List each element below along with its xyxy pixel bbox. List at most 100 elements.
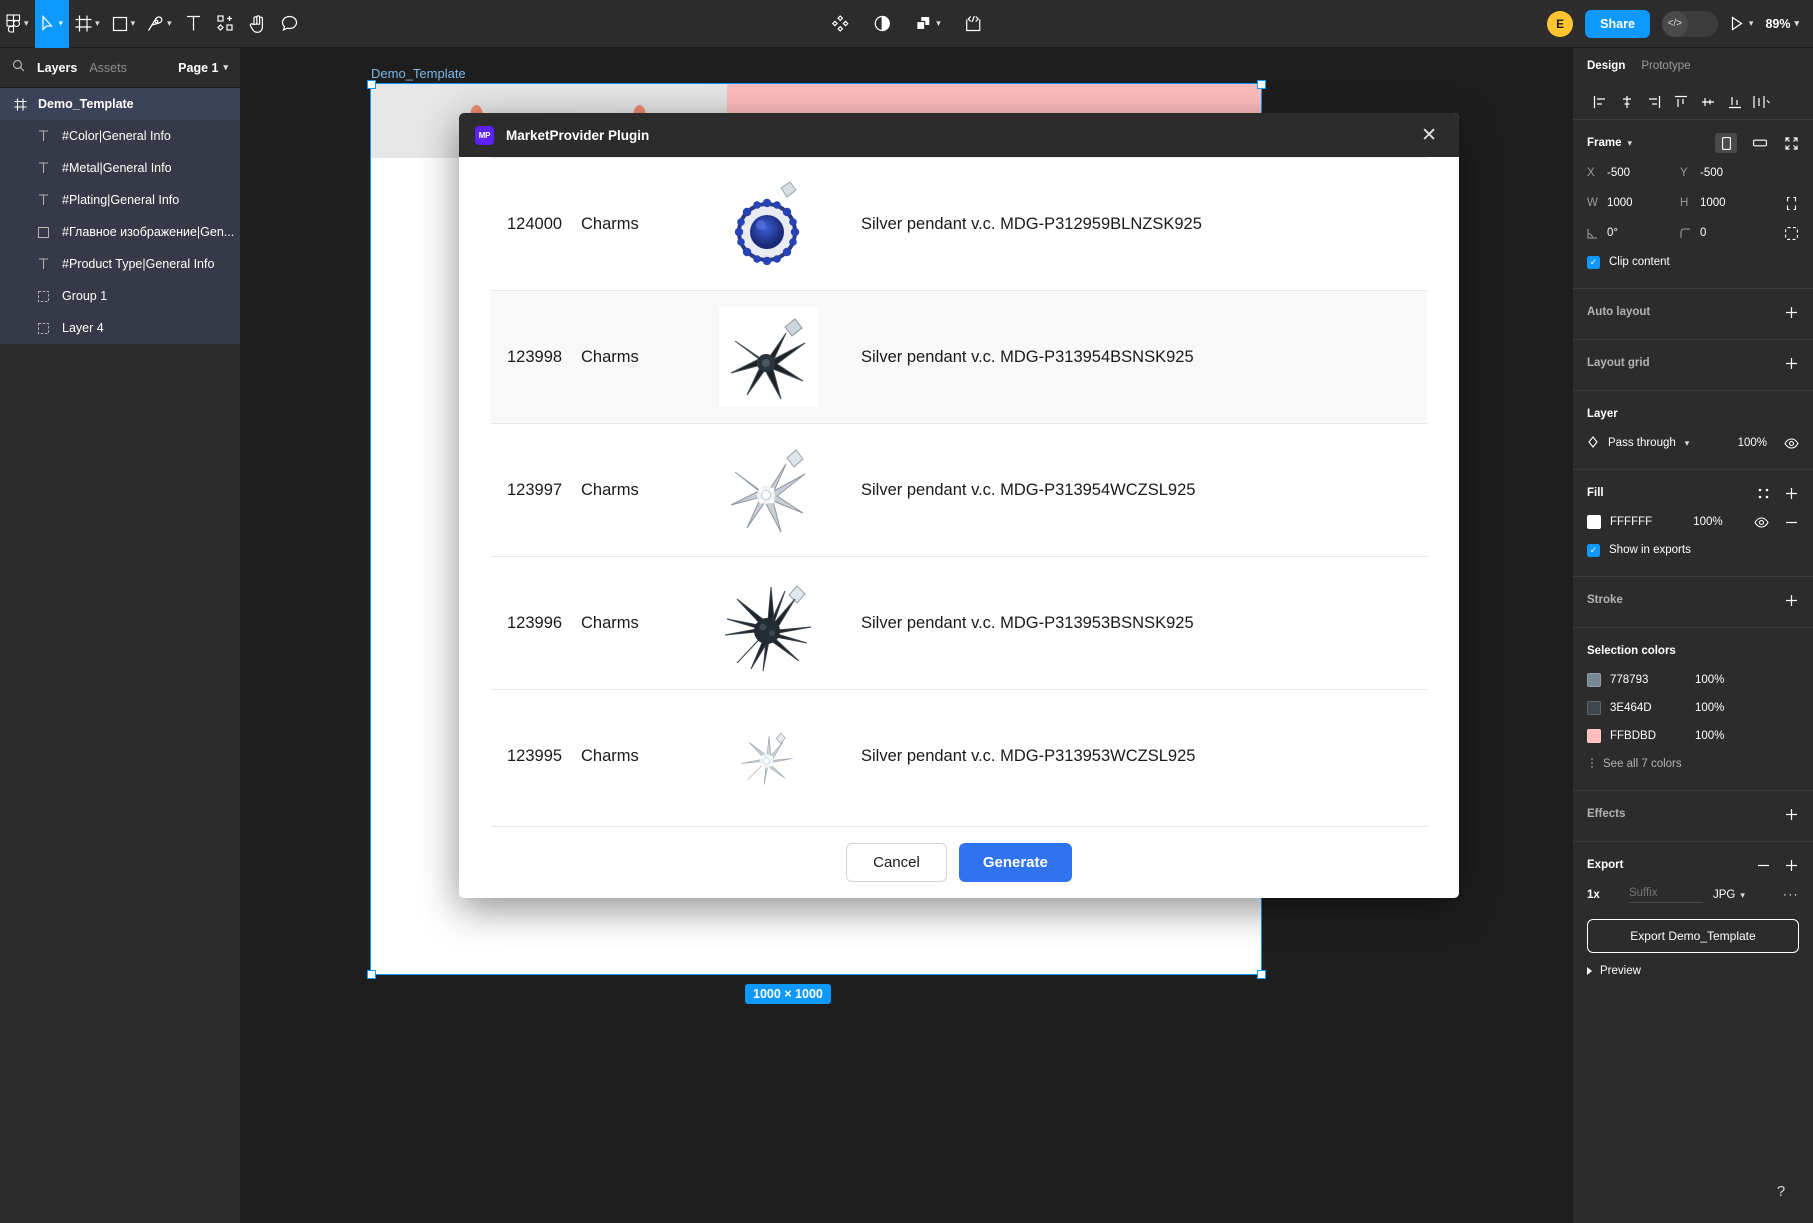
- align-top-icon[interactable]: [1667, 89, 1694, 115]
- layer-row-color[interactable]: #Color|General Info: [0, 120, 240, 152]
- remove-fill-icon[interactable]: [1783, 514, 1799, 530]
- table-row[interactable]: 124000 Charms Silver pendant v.c. MDG-P3…: [491, 157, 1427, 291]
- layer-row-metal[interactable]: #Metal|General Info: [0, 152, 240, 184]
- cancel-button[interactable]: Cancel: [846, 843, 947, 882]
- search-icon[interactable]: [12, 59, 25, 77]
- landscape-orientation-icon[interactable]: [1749, 133, 1771, 153]
- fit-to-content-icon[interactable]: [1783, 135, 1799, 151]
- fill-opacity-value[interactable]: 100%: [1693, 516, 1744, 528]
- hand-tool-icon[interactable]: [242, 0, 274, 48]
- corner-radius-field[interactable]: 0: [1680, 227, 1773, 239]
- table-row[interactable]: 123997 Charms Silver pendant v.c. MDG-P3…: [491, 423, 1427, 557]
- align-bottom-icon[interactable]: [1721, 89, 1748, 115]
- close-icon[interactable]: ✕: [1415, 122, 1443, 149]
- blend-mode-value[interactable]: Pass through: [1608, 437, 1676, 449]
- dev-resources-icon[interactable]: [957, 0, 989, 48]
- tab-design[interactable]: Design: [1587, 60, 1625, 72]
- add-effect-icon[interactable]: [1783, 806, 1799, 822]
- clip-content-row[interactable]: ✓ Clip content: [1587, 248, 1799, 276]
- tab-prototype[interactable]: Prototype: [1641, 60, 1690, 72]
- dev-mode-toggle[interactable]: </>: [1661, 10, 1718, 37]
- table-row[interactable]: 123996 Charms Silver pendant v.c. MDG-P3…: [491, 556, 1427, 690]
- toolbar-tools-group: ▾ ▾ ▾ ▾ ▾: [0, 0, 306, 48]
- generate-button[interactable]: Generate: [958, 843, 1072, 882]
- layer-row-product-type[interactable]: #Product Type|General Info: [0, 248, 240, 280]
- components-tool-icon[interactable]: [210, 0, 242, 48]
- layer-row-plating[interactable]: #Plating|General Info: [0, 184, 240, 216]
- share-button[interactable]: Share: [1585, 9, 1650, 38]
- table-row[interactable]: 123998 Charms Silver pendant v.c. MDG-P3…: [491, 290, 1427, 424]
- eye-icon[interactable]: [1783, 435, 1799, 451]
- contrast-icon[interactable]: [866, 0, 898, 48]
- frame-name-label[interactable]: Demo_Template: [371, 66, 466, 81]
- align-right-icon[interactable]: [1640, 89, 1667, 115]
- export-scale-value[interactable]: 1x: [1587, 889, 1629, 901]
- layer-row-group-1[interactable]: Group 1: [0, 280, 240, 312]
- export-suffix-input[interactable]: [1629, 887, 1703, 903]
- selection-color-row[interactable]: FFBDBD 100%: [1587, 722, 1799, 750]
- selection-color-swatch[interactable]: [1587, 673, 1601, 687]
- add-auto-layout-icon[interactable]: [1783, 304, 1799, 320]
- preview-toggle[interactable]: Preview: [1587, 965, 1799, 977]
- layer-row-layer-4[interactable]: Layer 4: [0, 312, 240, 344]
- layer-row-demo-template[interactable]: Demo_Template: [0, 88, 240, 120]
- selection-color-row[interactable]: 778793 100%: [1587, 666, 1799, 694]
- see-all-colors-button[interactable]: See all 7 colors: [1587, 750, 1799, 778]
- chevron-down-icon[interactable]: ▾: [1685, 438, 1690, 448]
- comment-tool-icon[interactable]: [274, 0, 306, 48]
- add-export-icon[interactable]: [1783, 857, 1799, 873]
- export-button[interactable]: Export Demo_Template: [1587, 919, 1799, 953]
- page-selector[interactable]: Page 1 ▾: [178, 61, 228, 75]
- resize-handle-bl[interactable]: [367, 970, 376, 979]
- y-field[interactable]: Y -500: [1680, 167, 1773, 179]
- height-field[interactable]: H 1000: [1680, 197, 1773, 209]
- tab-layers[interactable]: Layers: [37, 61, 77, 75]
- add-layout-grid-icon[interactable]: [1783, 355, 1799, 371]
- selection-color-swatch[interactable]: [1587, 701, 1601, 715]
- figma-logo-icon[interactable]: ▾: [0, 0, 35, 48]
- avatar[interactable]: E: [1547, 10, 1574, 37]
- layer-opacity-value[interactable]: 100%: [1738, 437, 1767, 449]
- selection-color-swatch[interactable]: [1587, 729, 1601, 743]
- selection-color-row[interactable]: 3E464D 100%: [1587, 694, 1799, 722]
- chevron-down-icon[interactable]: ▾: [1628, 138, 1633, 148]
- export-more-options-icon[interactable]: ···: [1783, 889, 1799, 901]
- table-row[interactable]: 123995 Charms Silver pendant v.c. MDG-P3…: [491, 689, 1427, 823]
- present-button[interactable]: ▾: [1730, 16, 1753, 31]
- width-field[interactable]: W 1000: [1587, 197, 1680, 209]
- fill-color-swatch[interactable]: [1587, 515, 1601, 529]
- distribute-icon[interactable]: [1748, 89, 1775, 115]
- align-vertical-center-icon[interactable]: [1694, 89, 1721, 115]
- resize-handle-tr[interactable]: [1257, 80, 1266, 89]
- align-horizontal-center-icon[interactable]: [1613, 89, 1640, 115]
- tab-assets[interactable]: Assets: [89, 61, 127, 75]
- zoom-level-control[interactable]: 89% ▾: [1765, 17, 1799, 31]
- x-field[interactable]: X -500: [1587, 167, 1680, 179]
- plugin-actions-icon[interactable]: [824, 0, 856, 48]
- portrait-orientation-icon[interactable]: [1715, 133, 1737, 153]
- lock-aspect-ratio-icon[interactable]: [1783, 195, 1799, 211]
- export-format-selector[interactable]: JPG ▾: [1703, 889, 1759, 901]
- resize-handle-tl[interactable]: [367, 80, 376, 89]
- frame-tool-icon[interactable]: ▾: [69, 0, 106, 48]
- boolean-group-icon[interactable]: ▾: [908, 0, 947, 48]
- move-tool-icon[interactable]: ▾: [34, 0, 70, 48]
- help-button[interactable]: ?: [1765, 1175, 1797, 1207]
- show-in-exports-checkbox[interactable]: ✓: [1587, 543, 1600, 557]
- rotation-field[interactable]: 0°: [1587, 227, 1680, 239]
- remove-export-icon[interactable]: [1755, 857, 1771, 873]
- clip-content-checkbox[interactable]: ✓: [1587, 255, 1600, 269]
- eye-icon[interactable]: [1753, 514, 1769, 530]
- pen-tool-icon[interactable]: ▾: [141, 0, 178, 48]
- fill-styles-icon[interactable]: [1755, 485, 1771, 501]
- align-left-icon[interactable]: [1586, 89, 1613, 115]
- resize-handle-br[interactable]: [1257, 970, 1266, 979]
- shape-tool-icon[interactable]: ▾: [106, 0, 142, 48]
- add-stroke-icon[interactable]: [1783, 592, 1799, 608]
- show-in-exports-row[interactable]: ✓ Show in exports: [1587, 536, 1799, 564]
- independent-corners-icon[interactable]: [1783, 225, 1799, 241]
- text-tool-icon[interactable]: [178, 0, 210, 48]
- add-fill-icon[interactable]: [1783, 485, 1799, 501]
- fill-hex-value[interactable]: FFFFFF: [1610, 516, 1684, 528]
- layer-row-main-image[interactable]: #Главное изображение|Gen...: [0, 216, 240, 248]
